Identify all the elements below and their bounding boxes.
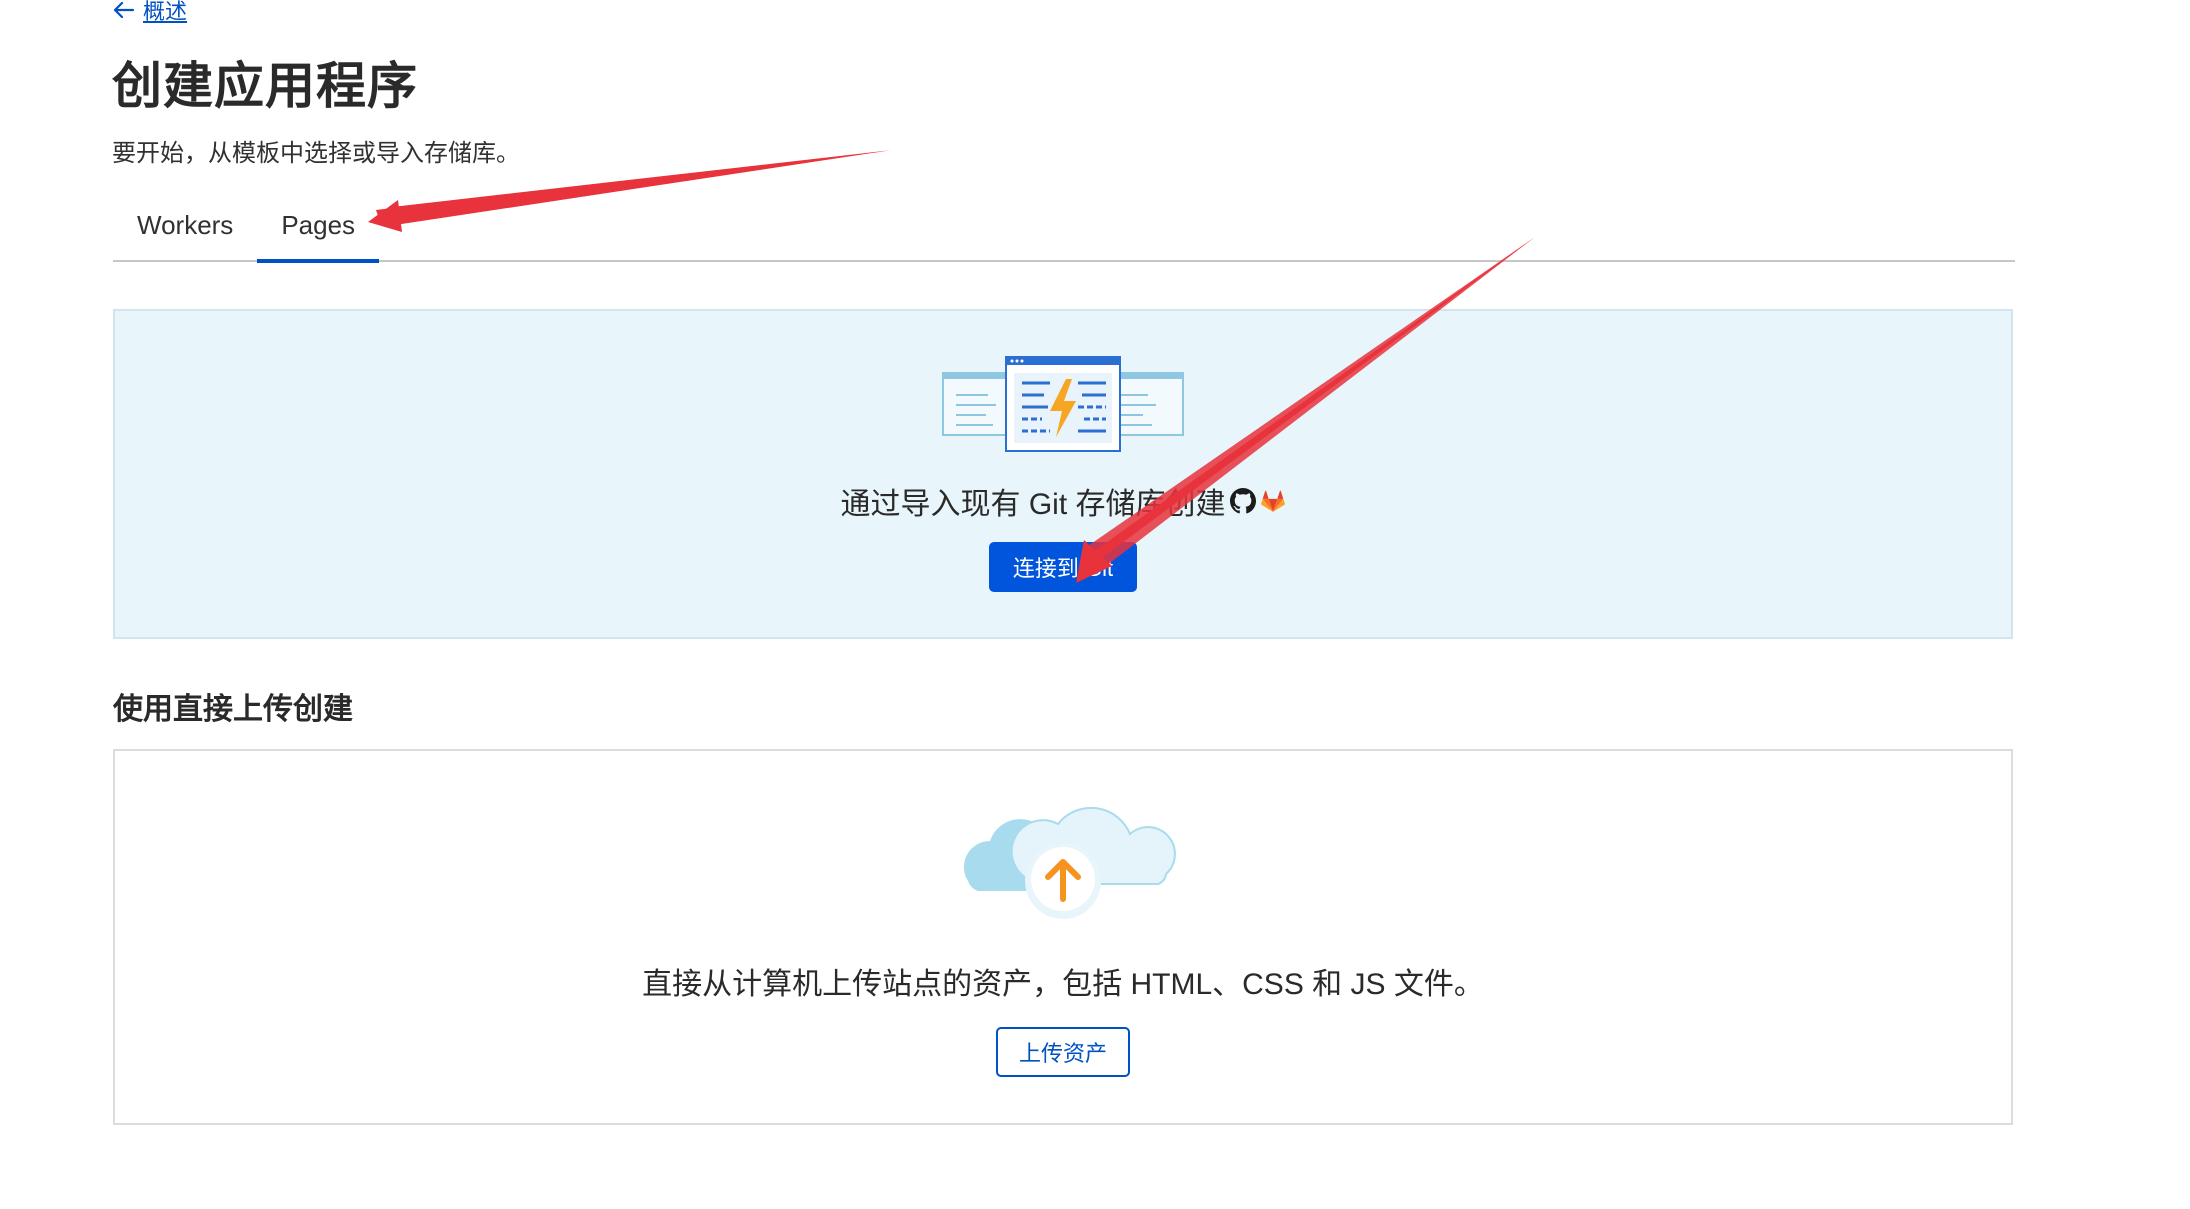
git-import-text-row: 通过导入现有 Git 存储库创建 xyxy=(115,479,2011,523)
page-title: 创建应用程序 xyxy=(112,58,418,114)
back-link[interactable]: 概述 xyxy=(113,0,187,26)
github-icon xyxy=(1229,488,1256,514)
direct-upload-card: 直接从计算机上传站点的资产，包括 HTML、CSS 和 JS 文件。 上传资产 xyxy=(113,749,2013,1125)
page: 概述 创建应用程序 要开始，从模板中选择或导入存储库。 Workers Page… xyxy=(0,0,2190,1209)
upload-assets-button[interactable]: 上传资产 xyxy=(996,1027,1130,1077)
back-link-label[interactable]: 概述 xyxy=(143,0,187,26)
connect-git-button[interactable]: 连接到 Git xyxy=(989,542,1137,592)
tab-bar: Workers Pages xyxy=(113,190,2015,263)
tab-pages[interactable]: Pages xyxy=(257,190,379,263)
direct-upload-text: 直接从计算机上传站点的资产，包括 HTML、CSS 和 JS 文件。 xyxy=(642,968,1484,1001)
git-import-text: 通过导入现有 Git 存储库创建 xyxy=(840,488,1226,521)
direct-upload-heading: 使用直接上传创建 xyxy=(113,693,353,726)
git-import-illustration xyxy=(942,356,1184,452)
tab-workers[interactable]: Workers xyxy=(113,190,257,260)
gitlab-icon xyxy=(1260,490,1285,512)
cloud-upload-icon xyxy=(963,806,1176,919)
arrow-left-icon xyxy=(113,1,135,19)
page-subtitle: 要开始，从模板中选择或导入存储库。 xyxy=(112,140,520,167)
git-import-card: 通过导入现有 Git 存储库创建 连接到 Git xyxy=(113,309,2013,639)
